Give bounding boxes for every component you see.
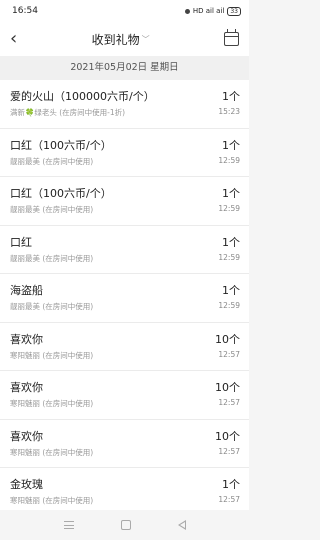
gift-time: 12:59 [218, 301, 240, 310]
gift-sender: 靓丽最美 (在房间中使用) [10, 205, 94, 214]
nav-bar: ‹ 收到礼物 ﹀ [0, 22, 249, 56]
back-arrow-icon[interactable]: ‹ [10, 30, 17, 48]
gift-list: 爱的火山（100000六币/个） 满新🍀绿老头 (在房间中使用-1折) 1个 15:… [0, 80, 249, 517]
gift-quantity: 10个 [215, 332, 240, 346]
list-item[interactable]: 喜欢你寒阳魅丽 (在房间中使用) 10个 12:57 [0, 371, 249, 420]
calendar-icon[interactable] [224, 29, 239, 46]
list-item[interactable]: 海盗船靓丽最美 (在房间中使用) 1个 12:59 [0, 274, 249, 323]
list-item[interactable]: 爱的火山（100000六币/个） 满新🍀绿老头 (在房间中使用-1折) 1个 15:… [0, 80, 249, 129]
gift-time: 12:57 [218, 398, 240, 407]
page-title-dropdown[interactable]: 收到礼物 ﹀ [92, 31, 150, 48]
chevron-down-icon: ﹀ [141, 34, 150, 44]
list-item[interactable]: 喜欢你寒阳魅丽 (在房间中使用) 10个 12:57 [0, 323, 249, 371]
gift-sender: 寒阳魅丽 (在房间中使用) [10, 496, 94, 505]
list-item[interactable]: 喜欢你寒阳魅丽 (在房间中使用) 10个 12:57 [0, 420, 249, 468]
gift-name: 口红 [10, 235, 32, 249]
gift-name: 海盗船 [10, 284, 43, 297]
status-bar: 16:54 HD ail ail 33 [0, 0, 249, 22]
list-item[interactable]: 口红（100六币/个） 靓丽最美 (在房间中使用) 1个 12:59 [0, 129, 249, 177]
system-nav-bar [0, 510, 249, 540]
gift-quantity: 1个 [222, 284, 240, 297]
gift-time: 12:59 [218, 204, 240, 213]
gift-time: 12:59 [218, 155, 240, 165]
gift-time: 15:23 [218, 107, 240, 116]
gift-quantity: 1个 [222, 478, 240, 491]
notification-dot-icon [184, 8, 190, 14]
gift-quantity: 10个 [215, 429, 240, 443]
gift-name: 喜欢你 [10, 381, 43, 394]
battery-icon: 33 [227, 6, 241, 16]
nav-back-icon[interactable] [177, 520, 186, 530]
gift-quantity: 1个 [222, 138, 240, 152]
gift-sender: 靓丽最美 (在房间中使用) [10, 302, 94, 311]
gift-time: 12:59 [218, 252, 240, 262]
gift-quantity: 1个 [222, 187, 240, 200]
gift-name: 口红（100六币/个） [10, 187, 112, 200]
menu-icon[interactable] [63, 521, 74, 529]
list-item[interactable]: 口红靓丽最美 (在房间中使用) 1个 12:59 [0, 226, 249, 274]
gift-quantity: 1个 [222, 235, 240, 249]
gift-sender: 寒阳魅丽 (在房间中使用) [10, 447, 94, 457]
status-time: 16:54 [12, 6, 38, 16]
gift-quantity: 10个 [215, 381, 240, 394]
list-item[interactable]: 口红（100六币/个） 靓丽最美 (在房间中使用) 1个 12:59 [0, 177, 249, 226]
gift-sender: 寒阳魅丽 (在房间中使用) [10, 350, 94, 360]
gift-sender: 靓丽最美 (在房间中使用) [10, 253, 94, 263]
gift-name: 金玫瑰 [10, 478, 43, 491]
page-title: 收到礼物 [91, 32, 140, 47]
signal-indicators: HD ail ail [192, 7, 225, 15]
gift-time: 12:57 [218, 446, 240, 456]
home-icon[interactable] [120, 520, 131, 530]
gift-sender: 寒阳魅丽 (在房间中使用) [10, 399, 94, 408]
gift-time: 12:57 [218, 495, 240, 504]
gift-quantity: 1个 [222, 90, 240, 103]
date-header: 2021年05月02日 星期日 [0, 56, 249, 80]
status-indicators: HD ail ail 33 [184, 6, 241, 16]
gift-name: 喜欢你 [10, 429, 43, 443]
gift-sender: 满新🍀绿老头 (在房间中使用-1折) [10, 108, 126, 117]
gift-name: 喜欢你 [10, 332, 43, 346]
gift-name: 口红（100六币/个） [10, 138, 112, 152]
gift-time: 12:57 [218, 349, 240, 359]
gift-name: 爱的火山（100000六币/个） [10, 90, 155, 103]
gift-sender: 靓丽最美 (在房间中使用) [10, 156, 94, 166]
